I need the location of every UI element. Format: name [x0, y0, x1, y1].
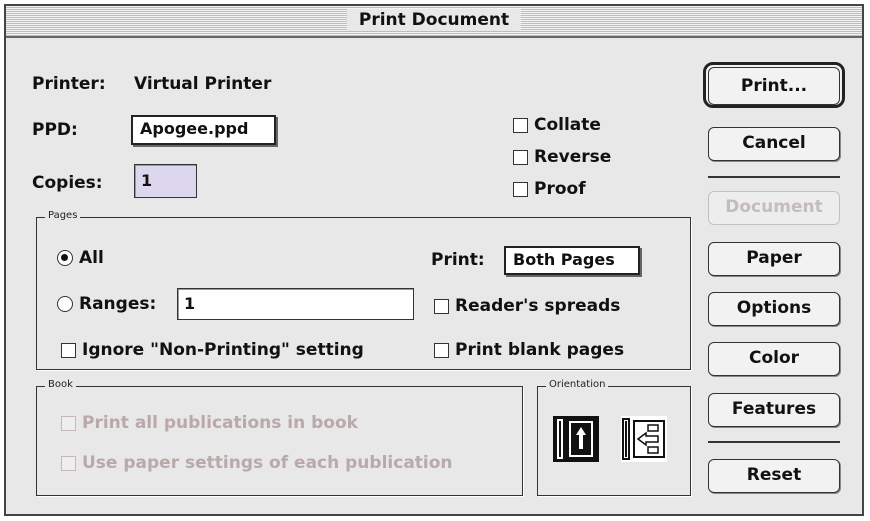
- print-blank-pages-box: [434, 342, 449, 358]
- cancel-button[interactable]: Cancel: [708, 127, 840, 161]
- book-group: Book Print all publications in book Use …: [36, 378, 523, 496]
- print-button[interactable]: Print...: [703, 62, 845, 108]
- print-pages-popup[interactable]: Both Pages: [504, 246, 640, 275]
- ppd-popup[interactable]: Apogee.ppd: [131, 115, 276, 145]
- pages-group: Pages All Ranges: 1 Print: Both Pages Re…: [36, 209, 691, 370]
- window-title: Print Document: [346, 9, 522, 31]
- pages-legend: Pages: [45, 209, 81, 223]
- features-button[interactable]: Features: [708, 393, 840, 427]
- book-legend: Book: [45, 378, 76, 392]
- paper-button[interactable]: Paper: [708, 242, 840, 276]
- print-all-publications-checkbox: Print all publications in book: [61, 413, 358, 433]
- use-paper-settings-label: Use paper settings of each publication: [82, 453, 453, 473]
- print-blank-pages-label: Print blank pages: [455, 340, 625, 360]
- pages-ranges-radio[interactable]: Ranges:: [57, 294, 156, 314]
- document-button: Document: [708, 191, 840, 225]
- reset-button[interactable]: Reset: [708, 459, 840, 493]
- title-bar[interactable]: Print Document: [6, 6, 862, 38]
- collate-box: [513, 117, 528, 133]
- portrait-icon[interactable]: [552, 415, 600, 463]
- proof-box: [513, 181, 528, 197]
- reverse-checkbox[interactable]: Reverse: [513, 147, 611, 167]
- pages-all-radio[interactable]: All: [57, 248, 104, 268]
- landscape-icon[interactable]: [620, 415, 668, 463]
- use-paper-settings-box: [61, 455, 76, 471]
- color-button[interactable]: Color: [708, 342, 840, 376]
- readers-spreads-label: Reader's spreads: [455, 296, 621, 316]
- all-label: All: [79, 248, 104, 268]
- collate-label: Collate: [534, 115, 601, 135]
- reverse-label: Reverse: [534, 147, 612, 167]
- collate-checkbox[interactable]: Collate: [513, 115, 601, 135]
- use-paper-settings-checkbox: Use paper settings of each publication: [61, 453, 453, 473]
- ranges-label: Ranges:: [79, 294, 157, 314]
- all-radio-dot: [57, 250, 73, 266]
- ranges-radio-dot: [57, 296, 73, 312]
- print-dialog: Print Document Printer: Virtual Printer …: [4, 4, 864, 516]
- proof-label: Proof: [534, 179, 586, 199]
- printer-label: Printer:: [32, 74, 106, 94]
- printer-name: Virtual Printer: [134, 74, 272, 94]
- reverse-box: [513, 149, 528, 165]
- button-separator-bottom: [708, 441, 840, 443]
- print-button-label: Print...: [708, 67, 840, 105]
- ignore-nonprinting-checkbox[interactable]: Ignore "Non-Printing" setting: [61, 340, 364, 360]
- ignore-nonprinting-box: [61, 342, 76, 358]
- ppd-label: PPD:: [32, 120, 78, 140]
- copies-field[interactable]: 1: [134, 164, 197, 198]
- readers-spreads-checkbox[interactable]: Reader's spreads: [434, 296, 620, 316]
- ignore-nonprinting-label: Ignore "Non-Printing" setting: [82, 340, 364, 360]
- copies-label: Copies:: [32, 173, 103, 193]
- button-separator-top: [708, 176, 840, 178]
- proof-checkbox[interactable]: Proof: [513, 179, 586, 199]
- ranges-input[interactable]: 1: [177, 288, 414, 320]
- orientation-group: Orientation: [537, 378, 691, 496]
- options-button[interactable]: Options: [708, 292, 840, 326]
- print-all-publications-box: [61, 415, 76, 431]
- readers-spreads-box: [434, 298, 449, 314]
- print-pages-label: Print:: [431, 250, 485, 270]
- print-all-publications-label: Print all publications in book: [82, 413, 358, 433]
- orientation-legend: Orientation: [546, 378, 609, 392]
- print-blank-pages-checkbox[interactable]: Print blank pages: [434, 340, 624, 360]
